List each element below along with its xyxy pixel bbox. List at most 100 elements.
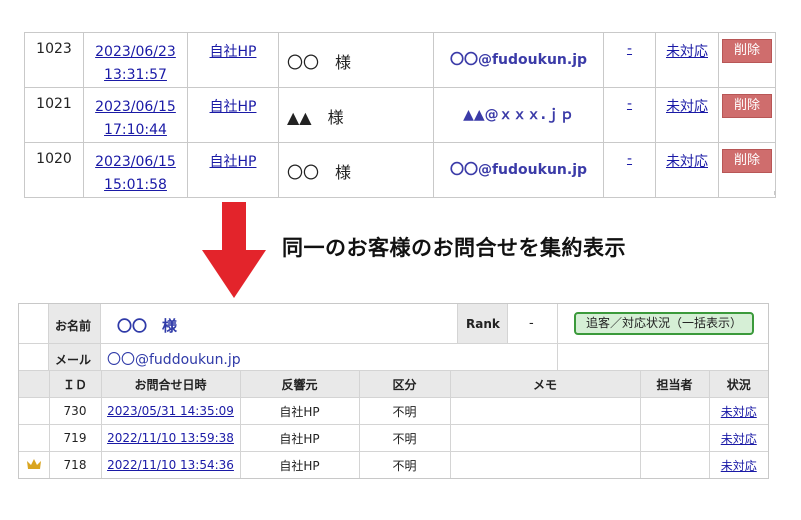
rank-value: - — [529, 316, 534, 331]
header-id: ＩＤ — [49, 371, 102, 398]
history-status-link[interactable]: 未対応 — [721, 459, 757, 473]
customer-name-cell: 〇〇 様 — [101, 304, 458, 344]
header-datetime: お問合せ日時 — [101, 371, 241, 398]
history-header-row: ＩＤ お問合せ日時 反響元 区分 メモ 担当者 状況 — [19, 371, 768, 398]
history-status-link[interactable]: 未対応 — [721, 432, 757, 446]
name-label: お名前 — [55, 319, 92, 333]
mail-label-cell: メール — [49, 344, 101, 371]
row-date-cell: 2023/06/23 13:31:57 — [83, 32, 188, 88]
row-delete-cell: 削除 — [718, 32, 776, 88]
customer-email-cell: 〇〇@fuddoukun.jp — [101, 344, 558, 371]
panel-corner-cell-2 — [19, 344, 49, 371]
row-time-link[interactable]: 17:10:44 — [104, 122, 167, 138]
row-date-cell: 2023/06/15 17:10:44 — [83, 87, 188, 143]
row-customer-name: 〇〇 様 — [278, 142, 434, 198]
history-crown-cell — [19, 424, 50, 452]
inquiry-list-table: 1023 2023/06/23 13:31:57 自社HP 〇〇 様〇〇@fudouku… — [24, 32, 776, 198]
row-source-link[interactable]: 自社HP — [210, 44, 257, 60]
delete-button[interactable]: 削除 — [722, 94, 772, 118]
table-row: 1023 2023/06/23 13:31:57 自社HP 〇〇 様〇〇@fudouku… — [24, 32, 776, 88]
history-crown-cell — [19, 451, 50, 478]
row-delete-cell: 削除 — [718, 142, 776, 198]
table-row: 1020 2023/06/15 15:01:58 自社HP 〇〇 様〇〇@fudouku… — [24, 142, 776, 198]
row-dash-link[interactable]: - — [627, 41, 632, 57]
customer-email: 〇〇@fuddoukun.jp — [107, 352, 241, 368]
history-memo — [450, 424, 641, 452]
bulk-status-button[interactable]: 追客／対応状況（一括表示） — [574, 312, 754, 335]
history-id: 719 — [49, 424, 102, 452]
blank-cell — [558, 344, 768, 371]
row-status-link[interactable]: 未対応 — [666, 44, 708, 60]
history-status-cell: 未対応 — [709, 452, 768, 479]
history-datetime-cell: 2022/11/10 13:54:36 — [101, 451, 241, 478]
history-row: 730 2023/05/31 14:35:09 自社HP 不明 未対応 — [19, 397, 768, 425]
row-dash-cell: - — [603, 32, 656, 88]
row-source-link[interactable]: 自社HP — [210, 154, 257, 170]
history-row: 718 2022/11/10 13:54:36 自社HP 不明 未対応 — [19, 451, 768, 479]
crown-icon — [26, 458, 41, 469]
history-memo — [450, 397, 641, 425]
mail-label: メール — [55, 353, 92, 367]
inquiry-history-table: ＩＤ お問合せ日時 反響元 区分 メモ 担当者 状況 730 2023/05/31… — [19, 371, 768, 478]
history-source: 自社HP — [240, 397, 360, 425]
history-datetime-link[interactable]: 2023/05/31 14:35:09 — [107, 404, 234, 418]
header-crown — [19, 371, 50, 398]
history-datetime-link[interactable]: 2022/11/10 13:54:36 — [107, 458, 234, 472]
history-datetime-cell: 2023/05/31 14:35:09 — [101, 397, 241, 425]
row-dash-cell: - — [603, 142, 656, 198]
row-status-cell: 未対応 — [655, 32, 719, 88]
name-label-cell: お名前 — [49, 304, 101, 344]
header-memo: メモ — [450, 371, 641, 398]
header-source: 反響元 — [240, 371, 360, 398]
history-datetime-link[interactable]: 2022/11/10 13:59:38 — [107, 431, 234, 445]
row-status-cell: 未対応 — [655, 87, 719, 143]
row-date-cell: 2023/06/15 15:01:58 — [83, 142, 188, 198]
row-status-link[interactable]: 未対応 — [666, 99, 708, 115]
row-delete-cell: 削除 — [718, 87, 776, 143]
row-status-link[interactable]: 未対応 — [666, 154, 708, 170]
row-source-cell: 自社HP — [187, 142, 279, 198]
history-category: 不明 — [359, 397, 451, 425]
header-assignee: 担当者 — [640, 371, 710, 398]
rank-label: Rank — [466, 317, 500, 331]
row-id: 1023 — [24, 32, 84, 88]
history-category: 不明 — [359, 424, 451, 452]
row-dash-link[interactable]: - — [627, 151, 632, 167]
history-row: 719 2022/11/10 13:59:38 自社HP 不明 未対応 — [19, 424, 768, 452]
down-arrow-icon — [202, 202, 266, 298]
history-category: 不明 — [359, 451, 451, 478]
panel-corner-cell — [19, 304, 49, 344]
list-continuation — [24, 191, 775, 195]
row-source-cell: 自社HP — [187, 32, 279, 88]
row-id: 1020 — [24, 142, 84, 198]
row-customer-name: ▲▲ 様 — [278, 87, 434, 143]
row-date-link[interactable]: 2023/06/15 — [95, 99, 176, 115]
row-email: ▲▲@ｘｘｘ.ｊｐ — [433, 87, 604, 143]
row-date-link[interactable]: 2023/06/15 — [95, 154, 176, 170]
customer-name: 〇〇 様 — [117, 317, 178, 335]
row-email: 〇〇@fudoukun.jp — [433, 32, 604, 88]
row-date-link[interactable]: 2023/06/23 — [95, 44, 176, 60]
history-source: 自社HP — [240, 451, 360, 478]
history-crown-cell — [19, 397, 50, 425]
row-source-link[interactable]: 自社HP — [210, 99, 257, 115]
history-source: 自社HP — [240, 424, 360, 452]
history-assignee — [640, 397, 710, 425]
header-status: 状況 — [709, 371, 768, 398]
rank-value-cell: - — [508, 304, 558, 344]
history-status-link[interactable]: 未対応 — [721, 405, 757, 419]
row-dash-cell: - — [603, 87, 656, 143]
rank-label-cell: Rank — [458, 304, 508, 344]
history-id: 718 — [49, 451, 102, 478]
aggregation-heading: 同一のお客様のお問合せを集約表示 — [282, 236, 626, 260]
row-email: 〇〇@fudoukun.jp — [433, 142, 604, 198]
header-category: 区分 — [359, 371, 451, 398]
delete-button[interactable]: 削除 — [722, 149, 772, 173]
history-datetime-cell: 2022/11/10 13:59:38 — [101, 424, 241, 452]
row-status-cell: 未対応 — [655, 142, 719, 198]
row-dash-link[interactable]: - — [627, 96, 632, 112]
history-assignee — [640, 451, 710, 478]
delete-button[interactable]: 削除 — [722, 39, 772, 63]
history-id: 730 — [49, 397, 102, 425]
row-time-link[interactable]: 13:31:57 — [104, 67, 167, 83]
